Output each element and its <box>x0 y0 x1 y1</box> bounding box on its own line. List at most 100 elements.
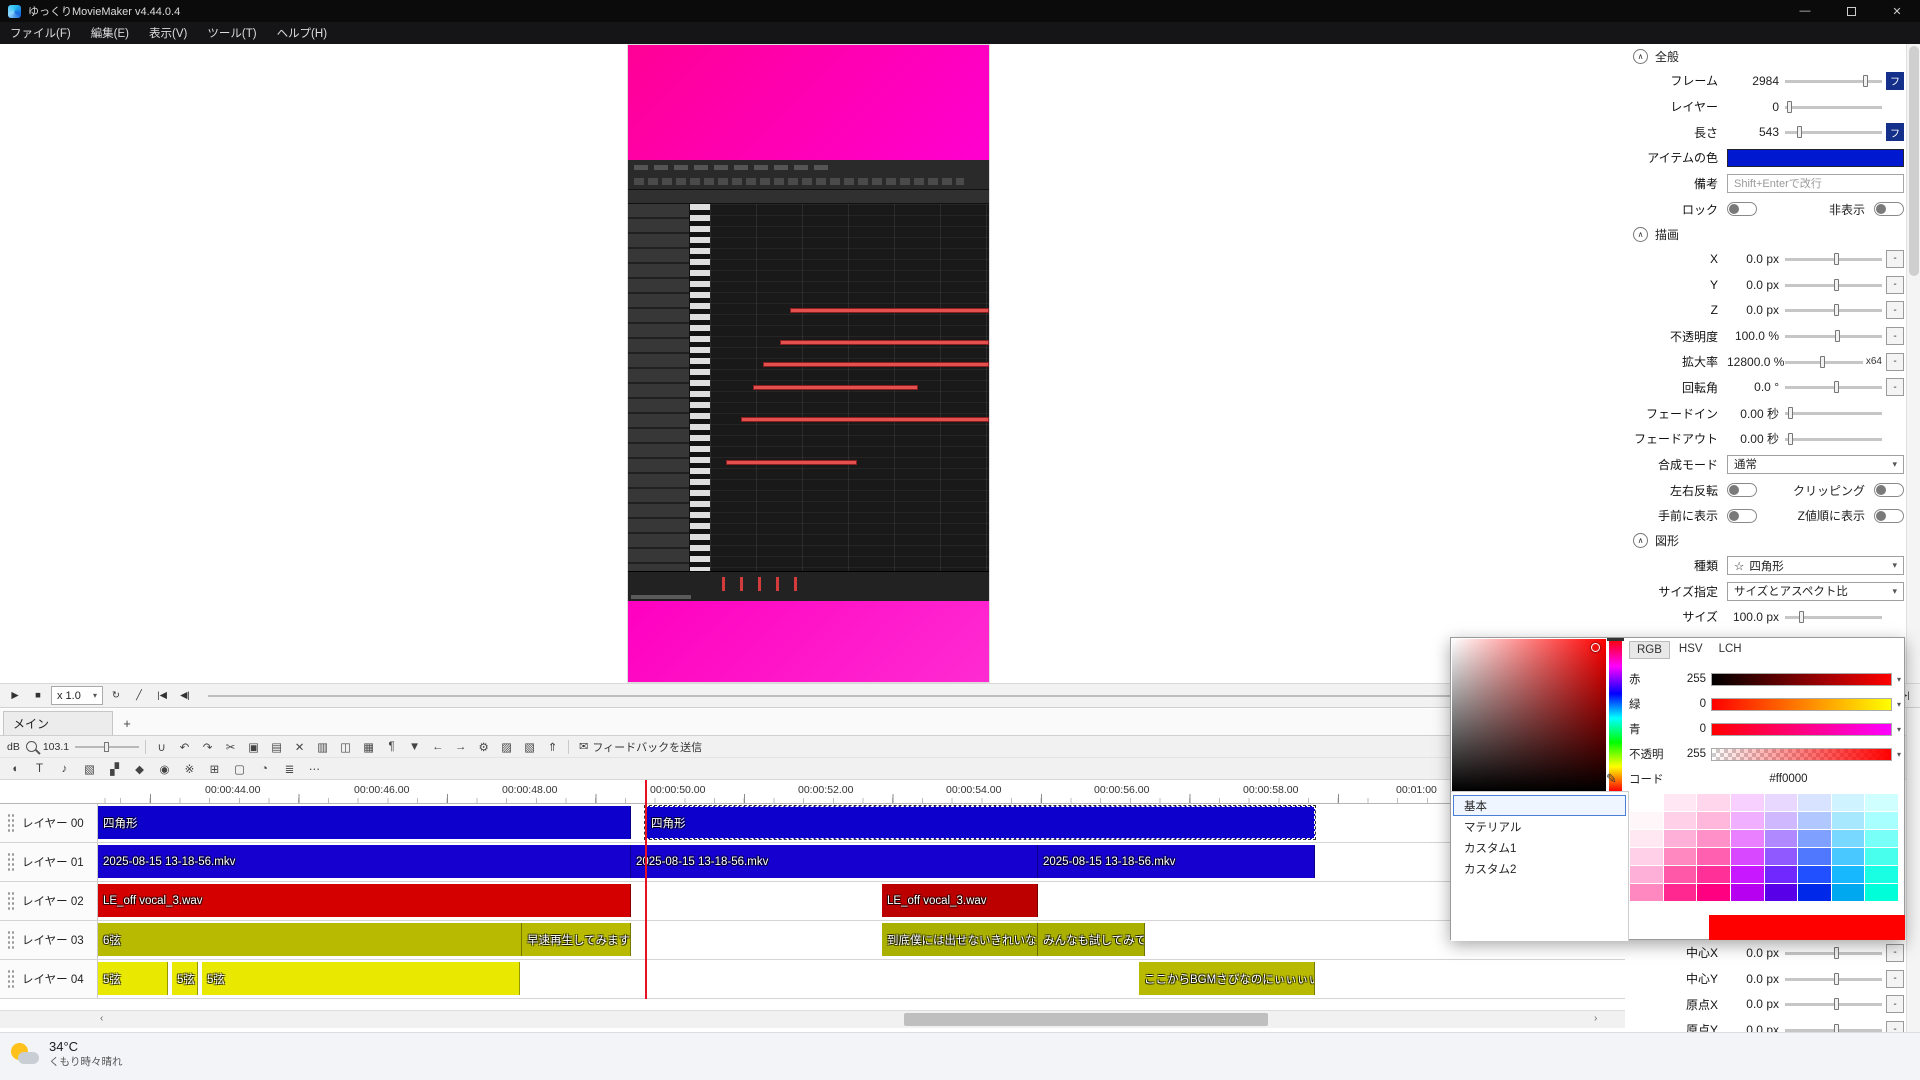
layer-label-3[interactable]: レイヤー 03 <box>0 921 98 959</box>
opacity-minus-button[interactable]: - <box>1886 327 1904 346</box>
originx-value[interactable]: 0.0 px <box>1727 997 1785 1011</box>
drag-handle-icon[interactable] <box>7 813 15 833</box>
scrollbar-thumb[interactable] <box>904 1013 1268 1026</box>
export-icon[interactable]: ⇑ <box>543 737 562 756</box>
menu-file[interactable]: ファイル(F) <box>0 22 81 44</box>
palette-swatch[interactable] <box>1697 884 1730 901</box>
drag-handle-icon[interactable] <box>7 852 15 872</box>
centery-value[interactable]: 0.0 px <box>1727 972 1785 986</box>
red-value[interactable]: 255 <box>1676 673 1706 685</box>
grid-icon[interactable]: ▦ <box>359 737 378 756</box>
tab-main[interactable]: メイン <box>3 711 113 735</box>
play-button[interactable]: ▶ <box>5 686 25 705</box>
hidden-toggle[interactable] <box>1874 202 1904 217</box>
timeline-horizontal-scrollbar[interactable]: ‹ › <box>0 1010 1905 1028</box>
palette-swatch[interactable] <box>1764 848 1798 865</box>
spinner-icon[interactable]: ▾ <box>1897 700 1901 709</box>
palette-swatch[interactable] <box>1630 848 1663 865</box>
menu-view[interactable]: 表示(V) <box>139 22 197 44</box>
group-item-icon[interactable]: ▢ <box>230 759 249 778</box>
layer-label-4[interactable]: レイヤー 04 <box>0 960 98 998</box>
timeline-clip[interactable]: 6弦 <box>98 923 522 956</box>
drag-handle-icon[interactable] <box>7 891 15 911</box>
drag-handle-icon[interactable] <box>7 930 15 950</box>
layer-label-1[interactable]: レイヤー 01 <box>0 843 98 881</box>
palette-swatch[interactable] <box>1798 794 1831 811</box>
palette-swatch[interactable] <box>1831 830 1865 847</box>
lock-toggle[interactable] <box>1727 202 1757 217</box>
palette-swatch[interactable] <box>1663 884 1697 901</box>
x-value[interactable]: 0.0 px <box>1727 252 1785 266</box>
template-item-icon[interactable]: ≣ <box>280 759 299 778</box>
palette-swatch[interactable] <box>1764 884 1798 901</box>
sizespec-dropdown[interactable]: サイズとアスペクト比 <box>1727 581 1904 601</box>
centery-slider[interactable] <box>1785 972 1882 986</box>
z-minus-button[interactable]: - <box>1886 301 1904 320</box>
fadeout-value[interactable]: 0.00 秒 <box>1727 430 1785 447</box>
palette-swatch[interactable] <box>1697 794 1730 811</box>
scale-slider[interactable] <box>1785 355 1863 369</box>
spinner-icon[interactable]: ▾ <box>1897 725 1901 734</box>
stop-button[interactable]: ■ <box>28 686 48 705</box>
shape-item-icon[interactable]: ◆ <box>130 759 149 778</box>
flip-toggle[interactable] <box>1727 483 1757 498</box>
menu-edit[interactable]: 編集(E) <box>81 22 139 44</box>
note-input[interactable] <box>1727 174 1904 194</box>
palette-swatch[interactable] <box>1865 866 1898 883</box>
palette-swatch[interactable] <box>1630 794 1663 811</box>
y-minus-button[interactable]: - <box>1886 275 1904 294</box>
jump-start-icon[interactable]: ← <box>428 737 447 756</box>
saturation-square[interactable] <box>1452 639 1606 791</box>
clipping-toggle[interactable] <box>1874 483 1904 498</box>
section-draw[interactable]: ∧ 描画 <box>1625 222 1906 246</box>
palette-swatch[interactable] <box>1730 848 1764 865</box>
palette-swatch[interactable] <box>1798 848 1831 865</box>
palette-swatch[interactable] <box>1697 866 1730 883</box>
timeline-clip[interactable]: 到底僕には出せないきれいな♪ <box>882 923 1038 956</box>
palette-swatch[interactable] <box>1663 794 1697 811</box>
timeline-clip[interactable]: みんなも試してみて <box>1038 923 1145 956</box>
effect-item-icon[interactable]: ※ <box>180 759 199 778</box>
scale-value[interactable]: 12800.0 % <box>1727 355 1785 369</box>
x-minus-button[interactable]: - <box>1886 249 1904 268</box>
video-preview[interactable] <box>628 45 989 682</box>
y-value[interactable]: 0.0 px <box>1727 278 1785 292</box>
palette-swatch[interactable] <box>1831 794 1865 811</box>
paste-icon[interactable]: ▤ <box>267 737 286 756</box>
green-slider[interactable] <box>1711 697 1892 711</box>
timeline-clip[interactable]: LE_off vocal_3.wav <box>882 884 1038 917</box>
color-mode-tab[interactable]: LCH <box>1712 641 1749 659</box>
send-feedback-link[interactable]: ✉ フィードバックを送信 <box>575 739 706 755</box>
split-icon[interactable]: ◫ <box>336 737 355 756</box>
palette-swatch[interactable] <box>1730 794 1764 811</box>
timeline-clip[interactable]: ここからBGMさびなのにぃぃぃぃ... <box>1139 962 1315 995</box>
menu-tools[interactable]: ツール(T) <box>197 22 266 44</box>
minimize-button[interactable]: — <box>1782 0 1828 22</box>
fadein-slider[interactable] <box>1785 406 1882 420</box>
palette-swatch[interactable] <box>1865 830 1898 847</box>
palette-swatch[interactable] <box>1730 830 1764 847</box>
palette-swatch[interactable] <box>1663 812 1697 829</box>
spinner-icon[interactable]: ▾ <box>1897 750 1901 759</box>
color-mode-tab[interactable]: RGB <box>1629 641 1670 659</box>
palette-swatch[interactable] <box>1831 884 1865 901</box>
palette-swatch[interactable] <box>1630 866 1663 883</box>
timeline-clip-selected[interactable]: 四角形 <box>644 805 1316 840</box>
palette-swatch[interactable] <box>1831 812 1865 829</box>
menu-help[interactable]: ヘルプ(H) <box>267 22 337 44</box>
voice-item-icon[interactable]: ◖ <box>5 759 24 778</box>
front-toggle[interactable] <box>1727 508 1757 523</box>
centerx-value[interactable]: 0.0 px <box>1727 946 1785 960</box>
centerx-minus-button[interactable]: - <box>1886 943 1904 962</box>
text-item-icon[interactable]: T <box>30 759 49 778</box>
palette-category-item[interactable]: カスタム2 <box>1453 858 1626 879</box>
lock-icon[interactable]: ▥ <box>313 737 332 756</box>
frame-value[interactable]: 2984 <box>1727 74 1785 88</box>
redo-icon[interactable]: ↷ <box>198 737 217 756</box>
drag-handle-icon[interactable] <box>7 969 15 989</box>
timeline-clip[interactable]: 2025-08-15 13-18-56.mkv <box>98 845 631 878</box>
eyedropper-icon[interactable]: ✎ <box>1606 771 1617 787</box>
palette-swatch[interactable] <box>1865 884 1898 901</box>
line-tool-button[interactable]: ╱ <box>129 686 149 705</box>
item-color-swatch[interactable] <box>1727 148 1904 167</box>
